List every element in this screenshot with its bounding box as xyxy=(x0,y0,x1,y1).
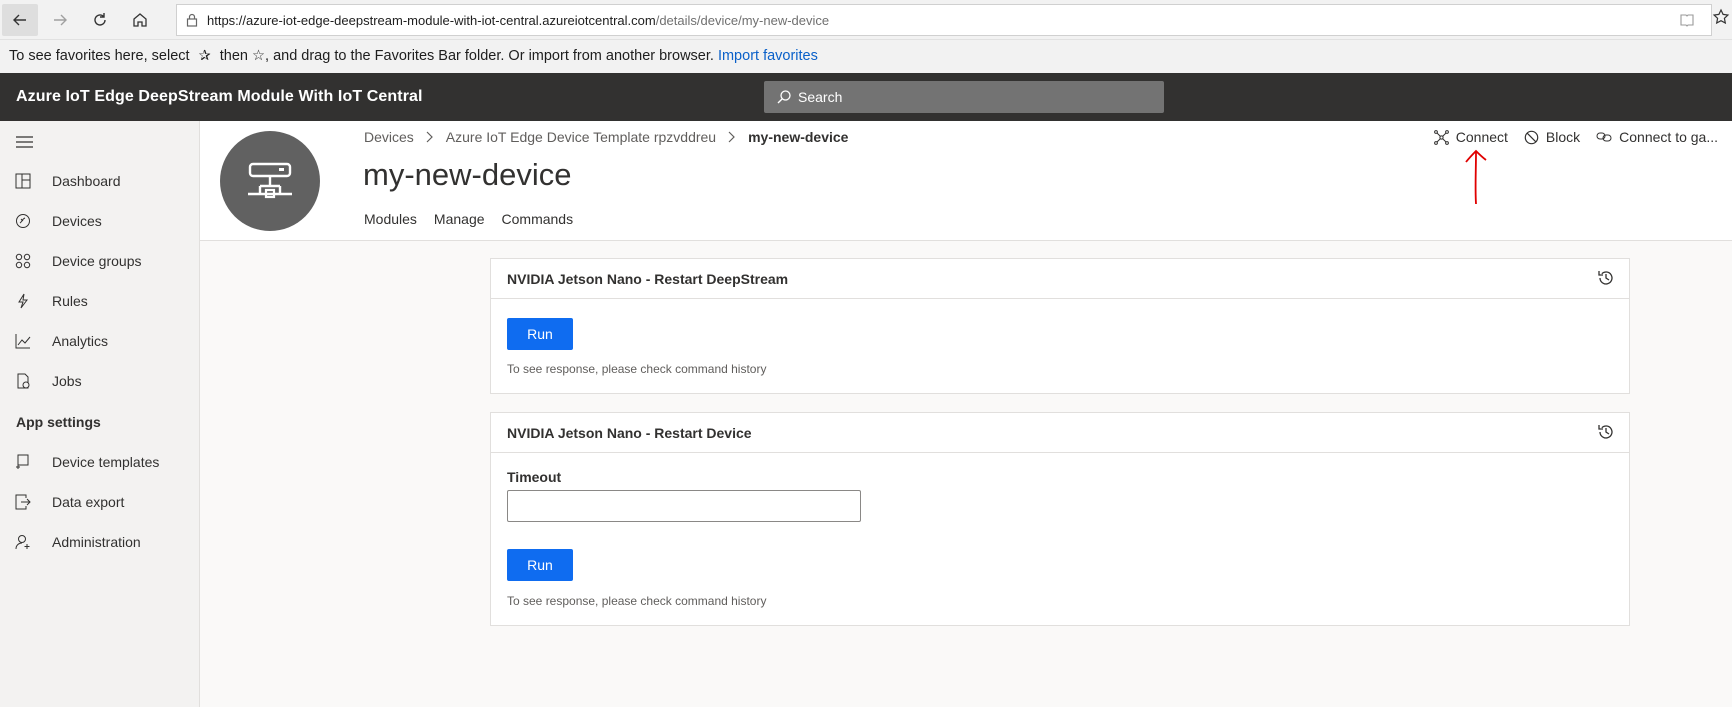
connect-label: Connect xyxy=(1455,129,1508,145)
browser-toolbar: https://azure-iot-edge-deepstream-module… xyxy=(0,0,1732,40)
breadcrumb: Devices Azure IoT Edge Device Template r… xyxy=(364,129,848,145)
device-groups-icon xyxy=(0,253,52,269)
sidebar: Dashboard Devices Device groups Rules An… xyxy=(0,121,200,707)
tab-commands[interactable]: Commands xyxy=(502,211,574,227)
sidebar-item-jobs[interactable]: Jobs xyxy=(0,361,200,401)
tab-manage[interactable]: Manage xyxy=(434,211,485,227)
command-hint: To see response, please check command hi… xyxy=(507,594,767,608)
block-label: Block xyxy=(1545,129,1581,145)
sidebar-item-label: Device templates xyxy=(52,454,160,470)
command-title: NVIDIA Jetson Nano - Restart Device xyxy=(507,425,752,441)
command-card-header: NVIDIA Jetson Nano - Restart Device xyxy=(491,413,1629,453)
favorites-star-glyph-icon: ✰ xyxy=(198,48,211,64)
arrow-left-icon xyxy=(13,14,26,26)
device-server-icon xyxy=(248,162,292,199)
command-card: NVIDIA Jetson Nano - Restart Device Time… xyxy=(490,412,1630,626)
search-placeholder: Search xyxy=(798,89,843,105)
address-bar[interactable]: https://azure-iot-edge-deepstream-module… xyxy=(176,4,1712,36)
dashboard-icon xyxy=(0,173,52,189)
sidebar-item-devices[interactable]: Devices xyxy=(0,201,200,241)
back-button[interactable] xyxy=(2,4,38,36)
administration-icon xyxy=(0,534,52,550)
favorites-hint-2: then ☆, and drag to the Favorites Bar fo… xyxy=(219,48,714,64)
favorite-star-icon[interactable] xyxy=(1712,8,1732,31)
page-title: my-new-device xyxy=(363,157,572,192)
device-tabs: Modules Manage Commands xyxy=(364,211,590,227)
sidebar-item-rules[interactable]: Rules xyxy=(0,281,200,321)
connect-to-gateway-label: Connect to ga... xyxy=(1619,129,1718,145)
chevron-right-icon xyxy=(728,131,736,143)
sidebar-item-label: Dashboard xyxy=(52,173,121,189)
sidebar-item-analytics[interactable]: Analytics xyxy=(0,321,200,361)
tab-modules[interactable]: Modules xyxy=(364,211,417,227)
refresh-icon xyxy=(94,13,106,26)
search-icon xyxy=(777,90,791,104)
jobs-icon xyxy=(0,373,52,389)
favorites-bar: To see favorites here, select ✰ then ☆, … xyxy=(0,40,1732,73)
sidebar-item-label: Device groups xyxy=(52,253,142,269)
rules-icon xyxy=(0,293,52,309)
sidebar-item-label: Rules xyxy=(52,293,88,309)
sidebar-item-label: Data export xyxy=(52,494,125,510)
command-hint: To see response, please check command hi… xyxy=(507,362,767,376)
connect-icon xyxy=(1433,129,1449,145)
sidebar-item-device-groups[interactable]: Device groups xyxy=(0,241,200,281)
sidebar-item-device-templates[interactable]: Device templates xyxy=(0,442,200,482)
command-card-header: NVIDIA Jetson Nano - Restart DeepStream xyxy=(491,259,1629,299)
url-path: /details/device/my-new-device xyxy=(655,12,830,28)
sidebar-item-dashboard[interactable]: Dashboard xyxy=(0,161,200,201)
sidebar-item-label: Devices xyxy=(52,213,102,229)
data-export-icon xyxy=(0,494,52,510)
block-icon xyxy=(1524,130,1539,144)
breadcrumb-template[interactable]: Azure IoT Edge Device Template rpzvddreu xyxy=(446,129,716,145)
lock-icon xyxy=(177,13,207,27)
app-title: Azure IoT Edge DeepStream Module With Io… xyxy=(16,88,423,105)
command-card: NVIDIA Jetson Nano - Restart DeepStream … xyxy=(490,258,1630,394)
app-header: Azure IoT Edge DeepStream Module With Io… xyxy=(0,73,1732,121)
sidebar-item-administration[interactable]: Administration xyxy=(0,522,200,562)
block-button[interactable]: Block xyxy=(1524,129,1580,145)
search-input[interactable]: Search xyxy=(764,81,1164,113)
device-templates-icon xyxy=(0,454,52,470)
menu-icon[interactable] xyxy=(16,135,33,153)
run-button[interactable]: Run xyxy=(507,318,573,350)
sidebar-item-data-export[interactable]: Data export xyxy=(0,482,200,522)
breadcrumb-devices[interactable]: Devices xyxy=(364,129,414,145)
favorites-hint-1: To see favorites here, select xyxy=(9,48,190,64)
reading-view-icon[interactable] xyxy=(1679,12,1695,31)
devices-icon xyxy=(0,213,52,229)
run-button[interactable]: Run xyxy=(507,549,573,581)
import-favorites-link[interactable]: Import favorites xyxy=(718,48,818,64)
refresh-button[interactable] xyxy=(82,4,118,36)
command-title: NVIDIA Jetson Nano - Restart DeepStream xyxy=(507,271,789,287)
sidebar-item-label: Administration xyxy=(52,534,141,550)
app-settings-heading: App settings xyxy=(16,414,101,430)
sidebar-item-label: Analytics xyxy=(52,333,109,349)
home-icon xyxy=(133,13,147,27)
annotation-arrow xyxy=(1465,149,1487,205)
analytics-icon xyxy=(0,333,52,349)
timeout-label: Timeout xyxy=(507,469,562,485)
history-icon[interactable] xyxy=(1597,269,1615,292)
link-icon xyxy=(1596,132,1612,142)
arrow-right-icon xyxy=(54,14,67,26)
sidebar-item-label: Jobs xyxy=(52,373,82,389)
home-button[interactable] xyxy=(122,4,158,36)
forward-button[interactable] xyxy=(42,4,78,36)
device-avatar xyxy=(220,131,320,231)
url-host: https://azure-iot-edge-deepstream-module… xyxy=(207,12,656,28)
history-icon[interactable] xyxy=(1597,423,1615,446)
connect-button[interactable]: Connect xyxy=(1433,129,1508,145)
breadcrumb-current: my-new-device xyxy=(748,129,849,145)
device-header: Devices Azure IoT Edge Device Template r… xyxy=(200,121,1732,241)
connect-to-gateway-button[interactable]: Connect to ga... xyxy=(1596,129,1718,145)
chevron-right-icon xyxy=(426,131,434,143)
device-actions: Connect Block Connect to ga... xyxy=(1418,129,1718,145)
timeout-input[interactable] xyxy=(507,490,861,522)
